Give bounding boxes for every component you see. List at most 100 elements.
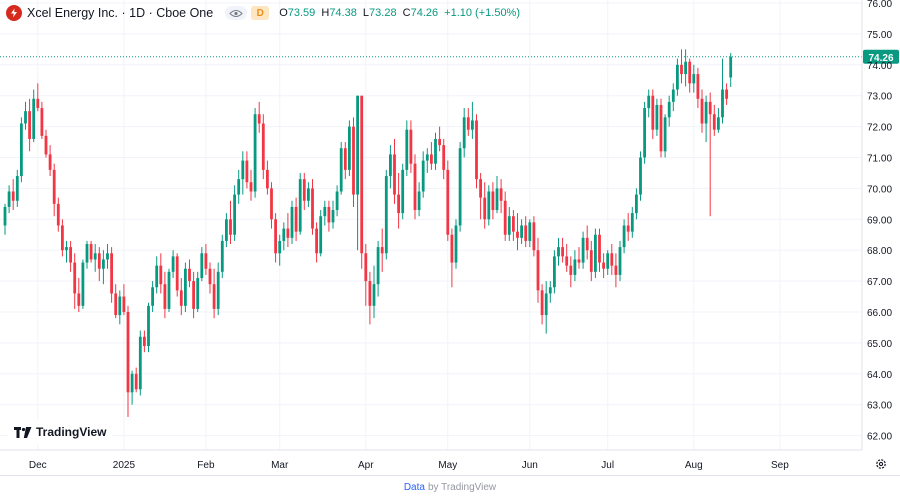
candle[interactable] <box>171 250 175 279</box>
candle[interactable] <box>3 203 7 235</box>
candle[interactable] <box>606 250 610 275</box>
candle[interactable] <box>335 185 339 217</box>
candle[interactable] <box>540 284 544 325</box>
candle[interactable] <box>471 101 474 139</box>
candle[interactable] <box>323 200 327 226</box>
candle[interactable] <box>360 95 364 269</box>
candle[interactable] <box>434 132 437 170</box>
candle[interactable] <box>393 138 396 204</box>
candle[interactable] <box>44 129 48 158</box>
candle[interactable] <box>216 262 220 316</box>
candle[interactable] <box>561 237 564 263</box>
candle[interactable] <box>368 271 372 325</box>
candle[interactable] <box>266 160 269 195</box>
candle[interactable] <box>61 219 64 257</box>
candle[interactable] <box>36 83 40 112</box>
candle[interactable] <box>495 176 499 214</box>
candle[interactable] <box>245 151 249 189</box>
candle[interactable] <box>200 247 204 282</box>
candle[interactable] <box>520 219 523 245</box>
candle[interactable] <box>114 284 118 319</box>
candle[interactable] <box>151 281 154 312</box>
candle[interactable] <box>364 244 368 306</box>
candle[interactable] <box>261 114 265 180</box>
candle[interactable] <box>528 219 532 248</box>
candle[interactable] <box>671 83 675 112</box>
candle[interactable] <box>24 101 27 130</box>
candle[interactable] <box>569 256 573 288</box>
candle[interactable] <box>622 219 626 254</box>
candle[interactable] <box>147 302 150 353</box>
candle[interactable] <box>454 219 458 269</box>
symbol-title[interactable]: Xcel Energy Inc. · 1D · Cboe One <box>27 6 213 20</box>
candle[interactable] <box>401 163 405 220</box>
candle[interactable] <box>630 206 634 238</box>
candle[interactable] <box>659 98 663 158</box>
candle[interactable] <box>56 197 60 232</box>
candle[interactable] <box>319 210 323 257</box>
candle[interactable] <box>65 240 68 263</box>
candle[interactable] <box>274 213 277 263</box>
candle[interactable] <box>725 83 728 105</box>
candle[interactable] <box>667 95 671 127</box>
candle[interactable] <box>639 151 642 201</box>
candle[interactable] <box>413 154 417 220</box>
candle[interactable] <box>270 182 273 229</box>
candle[interactable] <box>307 182 310 207</box>
candle[interactable] <box>278 234 282 266</box>
candle[interactable] <box>163 271 167 319</box>
candle[interactable] <box>110 247 113 303</box>
candle[interactable] <box>614 253 618 288</box>
data-link[interactable]: Data <box>404 482 425 493</box>
candle[interactable] <box>167 268 171 312</box>
candle[interactable] <box>450 228 454 288</box>
candle[interactable] <box>106 244 109 269</box>
candle[interactable] <box>69 240 72 272</box>
candle[interactable] <box>212 268 216 319</box>
candle[interactable] <box>626 213 630 241</box>
candle[interactable] <box>179 278 183 316</box>
candle[interactable] <box>220 234 224 279</box>
candle[interactable] <box>458 142 462 232</box>
candle[interactable] <box>192 271 195 319</box>
candle[interactable] <box>417 182 421 217</box>
candle[interactable] <box>249 169 253 201</box>
candle[interactable] <box>7 185 11 214</box>
candle[interactable] <box>184 262 187 312</box>
candle[interactable] <box>352 117 355 207</box>
candle[interactable] <box>491 182 495 220</box>
candle[interactable] <box>676 58 679 96</box>
candle[interactable] <box>130 370 134 405</box>
candle[interactable] <box>48 145 52 177</box>
candle[interactable] <box>28 98 31 152</box>
candle[interactable] <box>479 172 482 220</box>
candle[interactable] <box>544 281 548 334</box>
candle[interactable] <box>93 244 97 272</box>
candle[interactable] <box>421 151 425 198</box>
candle[interactable] <box>327 200 331 232</box>
candle[interactable] <box>188 259 191 288</box>
candle[interactable] <box>257 101 261 133</box>
candle[interactable] <box>425 148 429 173</box>
candle[interactable] <box>290 200 294 245</box>
candle[interactable] <box>409 120 413 173</box>
candle[interactable] <box>594 228 597 279</box>
candle[interactable] <box>52 163 56 217</box>
candle[interactable] <box>430 142 433 170</box>
candle[interactable] <box>282 222 286 251</box>
candle[interactable] <box>651 89 655 139</box>
candle[interactable] <box>159 253 163 294</box>
candle[interactable] <box>446 160 450 241</box>
candle[interactable] <box>286 213 290 248</box>
visibility-toggle[interactable] <box>225 6 248 20</box>
candle[interactable] <box>405 120 409 177</box>
candle[interactable] <box>384 169 388 260</box>
candle[interactable] <box>118 290 122 325</box>
candle[interactable] <box>696 67 700 109</box>
candle[interactable] <box>204 244 208 275</box>
candle[interactable] <box>565 244 569 272</box>
candle[interactable] <box>138 330 142 396</box>
candle[interactable] <box>475 114 478 189</box>
candle[interactable] <box>229 200 232 245</box>
candle[interactable] <box>97 247 101 282</box>
